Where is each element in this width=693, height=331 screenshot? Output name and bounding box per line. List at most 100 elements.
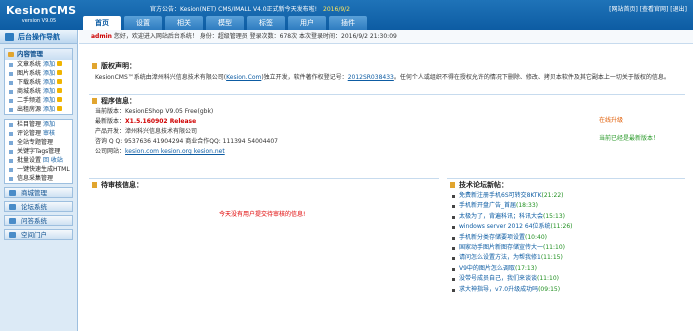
tab-home[interactable]: 首页	[83, 16, 121, 30]
news-item[interactable]: 免费新注册手机6S可转交8KTK(21:22)	[447, 191, 685, 201]
copyright-part: 。任何个人或组织不得在授权允许的情况下删除、修改、拷贝本软件及其它副本上一切关于…	[393, 74, 670, 81]
item-label[interactable]: 栏目管理	[17, 121, 41, 128]
latest-version-message: 当前已经是最新版本！	[599, 135, 660, 142]
news-item[interactable]: 手机新分类存储要项设置(10:40)	[447, 233, 685, 243]
item-label[interactable]: 出租房源	[17, 106, 41, 113]
sidebar-item-column[interactable]: 栏目管理 添加	[5, 120, 72, 129]
news-title[interactable]: 太极为了，背遍科讯；科讯大会	[459, 213, 543, 220]
news-title[interactable]: 手机新分类存储要项设置	[459, 234, 525, 241]
sidebar: 后台操作导航 内容管理 文章系统 添加 图片系统 添加 下载系统 添加 商城系统 添加 …	[0, 30, 78, 331]
news-title[interactable]: 手机新开盘广告_首届	[459, 202, 516, 209]
item-action[interactable]: 审核	[43, 130, 55, 137]
item-label[interactable]: 下载系统	[17, 79, 41, 86]
news-title[interactable]: 免费新注册手机6S可转交8KTK	[459, 192, 542, 199]
news-title[interactable]: 国家动手图片新图存储宣传大一	[459, 244, 543, 251]
news-item[interactable]: V9中的图片怎么调取(17:13)	[447, 264, 685, 274]
item-label[interactable]: 全站专题管理	[17, 139, 53, 146]
tab-label[interactable]: 标签	[247, 16, 285, 30]
sidebar-item-comments[interactable]: 评论管理 审核	[5, 129, 72, 138]
news-time: (21:22)	[541, 192, 564, 199]
sidebar-item-topics[interactable]: 全站专题管理	[5, 138, 72, 147]
news-title[interactable]: 求大神指导，v7.0升级成功吗	[459, 286, 538, 293]
manage-icon[interactable]	[57, 79, 63, 84]
item-label[interactable]: 商城系统	[17, 88, 41, 95]
item-label[interactable]: 信息采集管理	[17, 175, 53, 182]
add-link[interactable]: 添加	[43, 70, 55, 77]
item-label[interactable]: 关键字Tags管理	[17, 148, 60, 155]
item-label[interactable]: 图片系统	[17, 70, 41, 77]
official-notice[interactable]: 官方公告：Kesion(NET) CMS/IMALL V4.0正式新今天发布啦!…	[150, 4, 350, 13]
tab-plugin[interactable]: 插件	[329, 16, 367, 30]
logo[interactable]: KesionCMS version V9.05	[6, 4, 76, 24]
main-content: admin 您好，欢迎进入网站后台系统！ 身份：超级管理员 登录次数：678次 …	[79, 30, 693, 331]
news-time: (09:15)	[538, 285, 561, 293]
sidebar-item-shop[interactable]: 商城系统 添加	[5, 87, 72, 96]
manage-icon[interactable]	[57, 61, 63, 66]
add-link[interactable]: 添加	[43, 97, 55, 104]
sidebar-item-picture[interactable]: 图片系统 添加	[5, 69, 72, 78]
news-item[interactable]: 求大神指导，v7.0升级成功吗(09:15)	[447, 285, 685, 295]
add-link[interactable]: 添加	[43, 88, 55, 95]
add-link[interactable]: 添加	[43, 106, 55, 113]
item-label[interactable]: 一键快速生成HTML	[17, 166, 70, 173]
news-item[interactable]: 国家动手图片新图存储宣传大一(11:10)	[447, 243, 685, 253]
news-title[interactable]: 没带号成员自己，我们来谈谈	[459, 275, 537, 282]
kesion-link[interactable]: Kesion.Com	[226, 74, 261, 81]
qa-system-button[interactable]: 问答系统	[4, 215, 73, 226]
main-tabs: 首页 设置 相关 模型 标签 用户 插件	[83, 16, 370, 30]
news-time: (11:26)	[550, 223, 573, 231]
forum-system-button[interactable]: 论坛系统	[4, 201, 73, 212]
registration-number[interactable]: 2012SR038433	[348, 74, 394, 81]
item-label[interactable]: 二手频道	[17, 97, 41, 104]
copyright-text: KesionCMS™系统由漳州科兴信息技术有限公司(Kesion.Com)独立开…	[89, 72, 685, 84]
sidebar-item-download[interactable]: 下载系统 添加	[5, 78, 72, 87]
sidebar-item-article[interactable]: 文章系统 添加	[5, 60, 72, 69]
program-info-title: 程序信息：	[89, 95, 685, 107]
news-time: (11:15)	[540, 254, 563, 262]
news-title[interactable]: 请问怎么设置方法，为帮我修1	[459, 254, 541, 261]
news-title[interactable]: V9中的图片怎么调取	[459, 265, 515, 272]
news-item[interactable]: 手机新开盘广告_首届(18:33)	[447, 201, 685, 211]
tab-settings[interactable]: 设置	[124, 16, 162, 30]
online-upgrade-link[interactable]: 在线升级	[599, 115, 623, 124]
manage-icon[interactable]	[57, 97, 63, 102]
manage-icon[interactable]	[57, 70, 63, 75]
welcome-user: admin	[91, 33, 112, 40]
news-title[interactable]: windows server 2012 64位系统	[459, 223, 551, 230]
news-time: (18:33)	[516, 202, 538, 210]
group-title[interactable]: 内容管理	[5, 49, 72, 60]
news-item[interactable]: 请问怎么设置方法，为帮我修1(11:15)	[447, 253, 685, 263]
news-time: (11:10)	[543, 243, 565, 251]
welcome-text: 您好，欢迎进入网站后台系统！ 身份：超级管理员 登录次数：678次 本次登录时间…	[113, 33, 397, 40]
news-item[interactable]: 没带号成员自己，我们来谈谈(11:10)	[447, 274, 685, 284]
item-action[interactable]: 添加	[43, 121, 55, 128]
news-item[interactable]: windows server 2012 64位系统(11:26)	[447, 222, 685, 232]
sidebar-item-batch[interactable]: 批量设置回 收站	[5, 156, 72, 165]
sidebar-item-collect[interactable]: 信息采集管理	[5, 174, 72, 183]
top-links[interactable]: [网站首页] [查看官网] [退出]	[609, 4, 687, 13]
sidebar-item-tags[interactable]: 关键字Tags管理	[5, 147, 72, 156]
item-label[interactable]: 批量设置	[17, 157, 41, 164]
sidebar-title: 后台操作导航	[18, 33, 60, 41]
tab-model[interactable]: 模型	[206, 16, 244, 30]
item-label[interactable]: 评论管理	[17, 130, 41, 137]
tab-user[interactable]: 用户	[288, 16, 326, 30]
content-management-group: 内容管理 文章系统 添加 图片系统 添加 下载系统 添加 商城系统 添加 二手频道 添加 …	[4, 48, 73, 115]
notice-text[interactable]: Kesion(NET) CMS/IMALL V4.0正式新今天发布啦!	[180, 6, 317, 13]
pending-empty-message: 今天没有用户提交待审核的信息!	[219, 211, 306, 218]
item-action[interactable]: 回 收站	[43, 157, 63, 164]
news-item[interactable]: 太极为了，背遍科讯；科讯大会(15:13)	[447, 212, 685, 222]
sidebar-item-rental[interactable]: 出租房源 添加	[5, 105, 72, 114]
add-link[interactable]: 添加	[43, 61, 55, 68]
add-link[interactable]: 添加	[43, 79, 55, 86]
shop-management-button[interactable]: 商城管理	[4, 187, 73, 198]
sidebar-item-secondhand[interactable]: 二手频道 添加	[5, 96, 72, 105]
item-label[interactable]: 文章系统	[17, 61, 41, 68]
manage-icon[interactable]	[57, 106, 63, 111]
space-portal-button[interactable]: 空间门户	[4, 229, 73, 240]
tab-related[interactable]: 相关	[165, 16, 203, 30]
copyright-title: 版权声明：	[89, 60, 685, 72]
company-site-links[interactable]: kesion.com kesion.org kesion.net	[125, 148, 225, 155]
sidebar-item-html[interactable]: 一键快速生成HTML	[5, 165, 72, 174]
manage-icon[interactable]	[57, 88, 63, 93]
